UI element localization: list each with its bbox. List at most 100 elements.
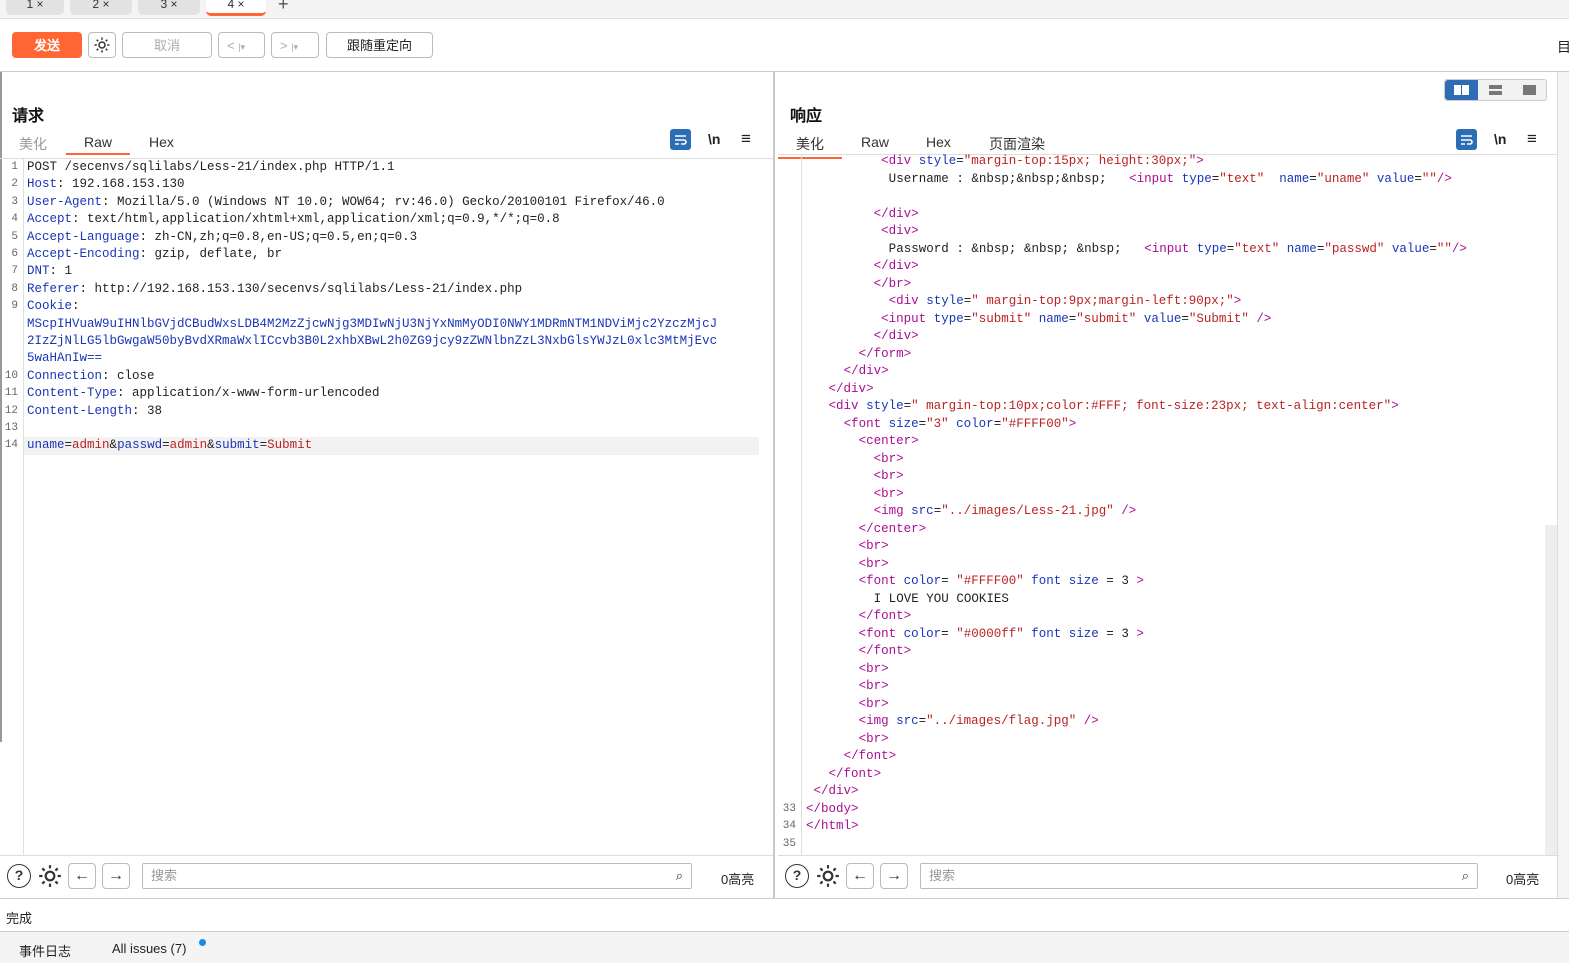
tab-1[interactable]: 1 ×: [6, 0, 64, 15]
text-content: [821, 154, 829, 168]
help-icon[interactable]: ?: [7, 864, 31, 888]
tab-response-raw[interactable]: Raw: [861, 134, 889, 150]
tab-request-raw[interactable]: Raw: [66, 134, 130, 155]
line-number: 13: [4, 422, 18, 434]
pane-splitter[interactable]: [773, 72, 775, 898]
event-log-tab[interactable]: 事件日志: [19, 941, 71, 960]
request-highlights-count: 0高亮: [721, 872, 755, 887]
wrap-toggle-icon[interactable]: [670, 129, 691, 150]
forward-dropdown-icon[interactable]: |▾: [291, 42, 298, 52]
text-content: [844, 469, 852, 483]
back-button[interactable]: < |▾: [218, 32, 265, 58]
cancel-button[interactable]: 取消: [122, 32, 212, 58]
header-value: : text/html,application/xhtml+xml,applic…: [72, 212, 560, 227]
text-content: [806, 329, 814, 343]
request-line: Content-Length: 38: [27, 403, 760, 421]
text-content: [814, 259, 822, 273]
text-content: [814, 714, 822, 728]
text-content: [821, 259, 829, 273]
text-content: s: [896, 171, 904, 186]
search-prev-button[interactable]: ←: [68, 863, 96, 889]
response-search-input[interactable]: 搜索 ⌕: [920, 863, 1478, 889]
text-content: ;: [1099, 171, 1107, 186]
text-content: [806, 399, 814, 413]
text-content: [836, 259, 844, 273]
follow-redirect-button[interactable]: 跟随重定向: [326, 32, 433, 58]
text-content: [926, 312, 934, 326]
request-line: User-Agent: Mozilla/5.0 (Windows NT 10.0…: [27, 194, 760, 212]
html-tag: />: [1083, 714, 1099, 728]
layout-stacked-icon[interactable]: [1479, 80, 1512, 100]
text-content: [836, 627, 844, 641]
text-content: [829, 627, 837, 641]
param-equals: =: [162, 438, 170, 453]
text-content: [1061, 574, 1069, 588]
text-content: :: [956, 171, 964, 186]
tab-3[interactable]: 3 ×: [138, 0, 200, 15]
text-content: [836, 329, 844, 343]
html-tag: >: [1136, 574, 1144, 588]
response-help-icon[interactable]: ?: [785, 864, 809, 888]
request-menu-icon[interactable]: ≡: [741, 129, 751, 149]
settings-button[interactable]: [88, 32, 116, 58]
response-newline-toggle[interactable]: \n: [1494, 131, 1506, 147]
text-content: [896, 574, 904, 588]
add-tab-icon[interactable]: +: [278, 0, 289, 15]
attr-value: "#FFFF00": [956, 574, 1024, 588]
html-tag: />: [1436, 171, 1452, 186]
target-label[interactable]: 目: [1557, 37, 1569, 57]
header-name: DNT: [27, 264, 50, 279]
text-content: =: [903, 399, 912, 413]
text-content: [844, 557, 852, 571]
request-line: POST /secenvs/sqlilabs/Less-21/index.php…: [27, 159, 760, 177]
text-content: [859, 294, 867, 308]
text-content: [821, 224, 829, 238]
line-number: 12: [4, 404, 18, 417]
text-content: s: [1099, 241, 1107, 256]
forward-button[interactable]: > |▾: [271, 32, 319, 58]
tab-response-render[interactable]: 页面渲染: [989, 134, 1045, 154]
response-scroll-thumb[interactable]: [1545, 525, 1557, 855]
response-line: <div style=" margin-top:9px;margin-left:…: [806, 293, 1544, 311]
back-dropdown-icon[interactable]: |▾: [238, 42, 245, 52]
param-value: admin: [169, 438, 208, 453]
tab-4[interactable]: 4 ×: [206, 0, 266, 16]
text-content: [814, 504, 822, 518]
text-content: [814, 347, 822, 361]
text-content: [1264, 172, 1272, 186]
response-search-prev-button[interactable]: ←: [846, 863, 874, 889]
tab-request-hex[interactable]: Hex: [149, 134, 174, 150]
response-menu-icon[interactable]: ≡: [1527, 129, 1537, 149]
request-line: MScpIHVuaW9uIHNlbGVjdCBudWxsLDB4M2MzZjcw…: [27, 316, 760, 334]
text-content: [866, 294, 874, 308]
tab-2[interactable]: 2 ×: [70, 0, 132, 15]
all-issues-tab[interactable]: All issues (7): [112, 941, 186, 956]
text-content: s: [1038, 171, 1047, 186]
search-next-button[interactable]: →: [102, 863, 130, 889]
tab-request-pretty[interactable]: 美化: [19, 134, 47, 154]
text-content: [814, 697, 822, 711]
html-tag: <img: [873, 504, 904, 518]
tab-response-hex[interactable]: Hex: [926, 134, 951, 150]
text-content: a: [896, 241, 904, 256]
html-tag: </form: [858, 346, 904, 361]
header-name: Accept: [27, 212, 73, 227]
response-scrollbar[interactable]: [1557, 72, 1569, 898]
text-content: [814, 749, 822, 763]
response-search-settings-icon[interactable]: [815, 863, 841, 892]
html-tag: >: [911, 224, 919, 238]
send-button[interactable]: 发送: [12, 32, 82, 58]
layout-split-icon[interactable]: [1445, 80, 1478, 100]
attr-value: "submit": [1076, 311, 1137, 326]
response-search-next-button[interactable]: →: [880, 863, 908, 889]
search-settings-icon[interactable]: [37, 863, 63, 892]
newline-toggle[interactable]: \n: [708, 131, 720, 147]
text-content: [821, 399, 829, 413]
response-wrap-toggle-icon[interactable]: [1456, 129, 1477, 150]
text-content: [844, 487, 852, 501]
layout-tabs-icon[interactable]: [1513, 80, 1546, 100]
request-search-input[interactable]: 搜索 ⌕: [142, 863, 692, 889]
text-content: [859, 329, 867, 343]
text-content: [806, 172, 814, 186]
text-content: [859, 452, 867, 466]
